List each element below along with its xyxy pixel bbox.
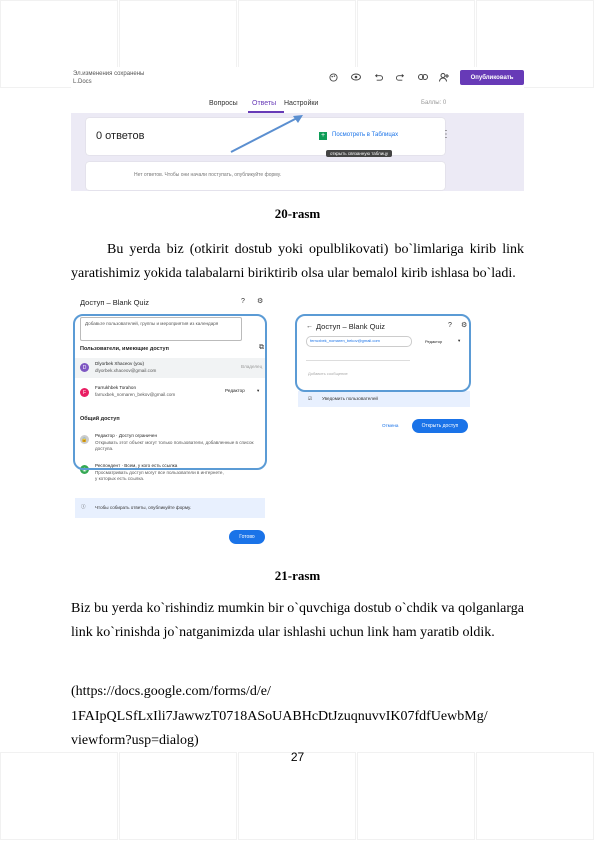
checkbox-icon[interactable]: ☑ (308, 396, 312, 402)
form-link-line-2: 1FAIpQLSfLxIli7JawwzT0718ASoUABHcDtJzuqn… (71, 709, 488, 724)
info-banner: ⓘ Чтобы собирать ответы, опубликуйте фор… (75, 498, 265, 518)
cancel-button[interactable]: Отмена (382, 423, 398, 428)
figure-access-dialogs: Доступ – Blank Quiz ? ⚙ Добавьте пользов… (71, 294, 471, 547)
done-button[interactable]: Готово (229, 530, 265, 544)
highlight-frame-left (73, 314, 267, 470)
info-icon: ⓘ (81, 504, 86, 509)
caption-figure-21: 21-rasm (274, 568, 321, 583)
paragraph-1: Bu yerda biz (otkirit dostub yoki opulbl… (71, 242, 524, 281)
info-text: Чтобы собирать ответы, опубликуйте форму… (95, 505, 192, 510)
figure-forms-responses: Эл.изменения сохранены L.Docs Опубликова… (71, 67, 524, 191)
help-icon[interactable]: ? (241, 298, 245, 305)
page-number: 27 (290, 750, 305, 764)
share-button[interactable]: Открыть доступ (412, 419, 468, 433)
form-link-line-1: (https://docs.google.com/forms/d/e/ (71, 684, 271, 699)
gear-icon[interactable]: ⚙ (257, 297, 263, 305)
dialog-title: Доступ – Blank Quiz (80, 298, 150, 307)
notify-label: Уведомить пользователей (322, 396, 378, 401)
access-desc: Просматривать доступ могут все пользоват… (95, 470, 224, 481)
paragraph-2: Biz bu yerda ko`rishindiz mumkin bir o`q… (71, 601, 524, 640)
highlight-frame-right (295, 314, 471, 392)
form-link-line-3: viewform?usp=dialog) (71, 733, 199, 748)
annotation-arrow (230, 115, 303, 153)
notify-row: ☑ Уведомить пользователей (298, 391, 470, 407)
caption-figure-20: 20-rasm (274, 206, 321, 221)
